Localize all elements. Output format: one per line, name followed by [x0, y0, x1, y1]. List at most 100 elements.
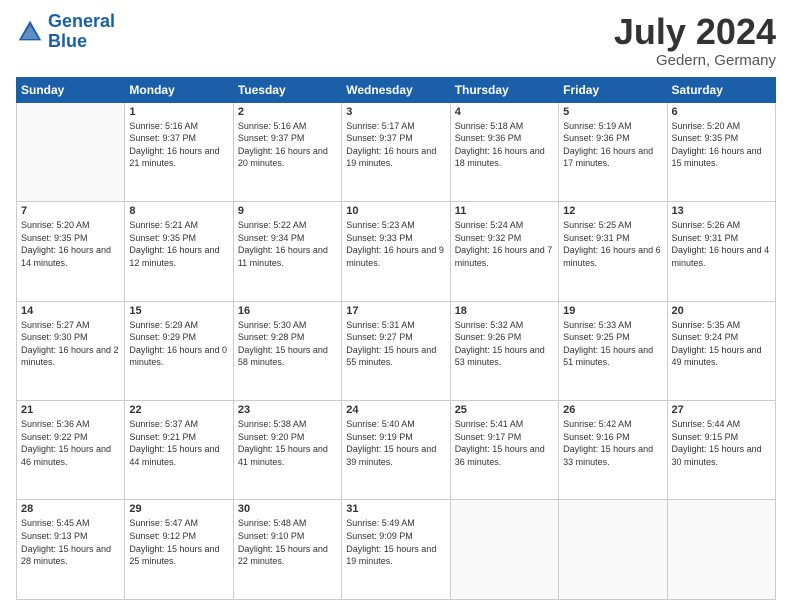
day-number: 14: [21, 305, 120, 317]
table-row: 6 Sunrise: 5:20 AMSunset: 9:35 PMDayligh…: [667, 102, 775, 201]
table-row: 21 Sunrise: 5:36 AMSunset: 9:22 PMDaylig…: [17, 401, 125, 500]
day-info: Sunrise: 5:16 AMSunset: 9:37 PMDaylight:…: [129, 120, 228, 170]
table-row: 7 Sunrise: 5:20 AMSunset: 9:35 PMDayligh…: [17, 202, 125, 301]
table-row: 10 Sunrise: 5:23 AMSunset: 9:33 PMDaylig…: [342, 202, 450, 301]
logo: General Blue: [16, 12, 115, 52]
table-row: 27 Sunrise: 5:44 AMSunset: 9:15 PMDaylig…: [667, 401, 775, 500]
col-sunday: Sunday: [17, 77, 125, 102]
table-row: 20 Sunrise: 5:35 AMSunset: 9:24 PMDaylig…: [667, 301, 775, 400]
col-wednesday: Wednesday: [342, 77, 450, 102]
day-number: 30: [238, 503, 337, 515]
day-info: Sunrise: 5:42 AMSunset: 9:16 PMDaylight:…: [563, 418, 662, 468]
day-number: 21: [21, 404, 120, 416]
location-title: Gedern, Germany: [614, 52, 776, 69]
table-row: 9 Sunrise: 5:22 AMSunset: 9:34 PMDayligh…: [233, 202, 341, 301]
calendar-week-row: 7 Sunrise: 5:20 AMSunset: 9:35 PMDayligh…: [17, 202, 776, 301]
day-number: 9: [238, 205, 337, 217]
day-number: 7: [21, 205, 120, 217]
title-block: July 2024 Gedern, Germany: [614, 12, 776, 69]
day-info: Sunrise: 5:17 AMSunset: 9:37 PMDaylight:…: [346, 120, 445, 170]
day-number: 15: [129, 305, 228, 317]
day-info: Sunrise: 5:18 AMSunset: 9:36 PMDaylight:…: [455, 120, 554, 170]
table-row: 1 Sunrise: 5:16 AMSunset: 9:37 PMDayligh…: [125, 102, 233, 201]
table-row: 17 Sunrise: 5:31 AMSunset: 9:27 PMDaylig…: [342, 301, 450, 400]
day-info: Sunrise: 5:44 AMSunset: 9:15 PMDaylight:…: [672, 418, 771, 468]
day-number: 23: [238, 404, 337, 416]
day-info: Sunrise: 5:33 AMSunset: 9:25 PMDaylight:…: [563, 319, 662, 369]
col-friday: Friday: [559, 77, 667, 102]
table-row: 26 Sunrise: 5:42 AMSunset: 9:16 PMDaylig…: [559, 401, 667, 500]
day-info: Sunrise: 5:25 AMSunset: 9:31 PMDaylight:…: [563, 219, 662, 269]
day-info: Sunrise: 5:24 AMSunset: 9:32 PMDaylight:…: [455, 219, 554, 269]
day-number: 8: [129, 205, 228, 217]
day-number: 6: [672, 106, 771, 118]
calendar-table: Sunday Monday Tuesday Wednesday Thursday…: [16, 77, 776, 600]
day-number: 26: [563, 404, 662, 416]
day-info: Sunrise: 5:26 AMSunset: 9:31 PMDaylight:…: [672, 219, 771, 269]
day-number: 2: [238, 106, 337, 118]
table-row: 30 Sunrise: 5:48 AMSunset: 9:10 PMDaylig…: [233, 500, 341, 600]
page: General Blue July 2024 Gedern, Germany S…: [0, 0, 792, 612]
day-number: 18: [455, 305, 554, 317]
table-row: 28 Sunrise: 5:45 AMSunset: 9:13 PMDaylig…: [17, 500, 125, 600]
day-info: Sunrise: 5:38 AMSunset: 9:20 PMDaylight:…: [238, 418, 337, 468]
month-title: July 2024: [614, 12, 776, 52]
calendar-week-row: 28 Sunrise: 5:45 AMSunset: 9:13 PMDaylig…: [17, 500, 776, 600]
col-thursday: Thursday: [450, 77, 558, 102]
table-row: [667, 500, 775, 600]
day-info: Sunrise: 5:29 AMSunset: 9:29 PMDaylight:…: [129, 319, 228, 369]
day-number: 3: [346, 106, 445, 118]
table-row: 22 Sunrise: 5:37 AMSunset: 9:21 PMDaylig…: [125, 401, 233, 500]
day-info: Sunrise: 5:30 AMSunset: 9:28 PMDaylight:…: [238, 319, 337, 369]
table-row: 13 Sunrise: 5:26 AMSunset: 9:31 PMDaylig…: [667, 202, 775, 301]
day-info: Sunrise: 5:21 AMSunset: 9:35 PMDaylight:…: [129, 219, 228, 269]
calendar-week-row: 21 Sunrise: 5:36 AMSunset: 9:22 PMDaylig…: [17, 401, 776, 500]
day-info: Sunrise: 5:23 AMSunset: 9:33 PMDaylight:…: [346, 219, 445, 269]
calendar-week-row: 1 Sunrise: 5:16 AMSunset: 9:37 PMDayligh…: [17, 102, 776, 201]
logo-line1: General: [48, 11, 115, 31]
day-number: 13: [672, 205, 771, 217]
table-row: 29 Sunrise: 5:47 AMSunset: 9:12 PMDaylig…: [125, 500, 233, 600]
table-row: 2 Sunrise: 5:16 AMSunset: 9:37 PMDayligh…: [233, 102, 341, 201]
col-saturday: Saturday: [667, 77, 775, 102]
table-row: 15 Sunrise: 5:29 AMSunset: 9:29 PMDaylig…: [125, 301, 233, 400]
day-info: Sunrise: 5:37 AMSunset: 9:21 PMDaylight:…: [129, 418, 228, 468]
day-number: 27: [672, 404, 771, 416]
day-info: Sunrise: 5:31 AMSunset: 9:27 PMDaylight:…: [346, 319, 445, 369]
day-info: Sunrise: 5:22 AMSunset: 9:34 PMDaylight:…: [238, 219, 337, 269]
calendar-week-row: 14 Sunrise: 5:27 AMSunset: 9:30 PMDaylig…: [17, 301, 776, 400]
day-number: 11: [455, 205, 554, 217]
table-row: 16 Sunrise: 5:30 AMSunset: 9:28 PMDaylig…: [233, 301, 341, 400]
day-info: Sunrise: 5:20 AMSunset: 9:35 PMDaylight:…: [21, 219, 120, 269]
table-row: 3 Sunrise: 5:17 AMSunset: 9:37 PMDayligh…: [342, 102, 450, 201]
day-number: 28: [21, 503, 120, 515]
day-number: 25: [455, 404, 554, 416]
day-number: 1: [129, 106, 228, 118]
day-number: 29: [129, 503, 228, 515]
table-row: 24 Sunrise: 5:40 AMSunset: 9:19 PMDaylig…: [342, 401, 450, 500]
day-number: 20: [672, 305, 771, 317]
logo-text: General Blue: [48, 12, 115, 52]
day-info: Sunrise: 5:20 AMSunset: 9:35 PMDaylight:…: [672, 120, 771, 170]
day-info: Sunrise: 5:49 AMSunset: 9:09 PMDaylight:…: [346, 517, 445, 567]
table-row: 31 Sunrise: 5:49 AMSunset: 9:09 PMDaylig…: [342, 500, 450, 600]
day-info: Sunrise: 5:48 AMSunset: 9:10 PMDaylight:…: [238, 517, 337, 567]
table-row: [17, 102, 125, 201]
table-row: [450, 500, 558, 600]
day-number: 5: [563, 106, 662, 118]
day-info: Sunrise: 5:36 AMSunset: 9:22 PMDaylight:…: [21, 418, 120, 468]
day-number: 12: [563, 205, 662, 217]
day-number: 31: [346, 503, 445, 515]
col-monday: Monday: [125, 77, 233, 102]
day-info: Sunrise: 5:40 AMSunset: 9:19 PMDaylight:…: [346, 418, 445, 468]
logo-icon: [16, 18, 44, 46]
logo-line2: Blue: [48, 31, 87, 51]
day-number: 22: [129, 404, 228, 416]
table-row: 5 Sunrise: 5:19 AMSunset: 9:36 PMDayligh…: [559, 102, 667, 201]
day-number: 24: [346, 404, 445, 416]
header: General Blue July 2024 Gedern, Germany: [16, 12, 776, 69]
day-info: Sunrise: 5:41 AMSunset: 9:17 PMDaylight:…: [455, 418, 554, 468]
day-info: Sunrise: 5:45 AMSunset: 9:13 PMDaylight:…: [21, 517, 120, 567]
table-row: 4 Sunrise: 5:18 AMSunset: 9:36 PMDayligh…: [450, 102, 558, 201]
day-info: Sunrise: 5:32 AMSunset: 9:26 PMDaylight:…: [455, 319, 554, 369]
